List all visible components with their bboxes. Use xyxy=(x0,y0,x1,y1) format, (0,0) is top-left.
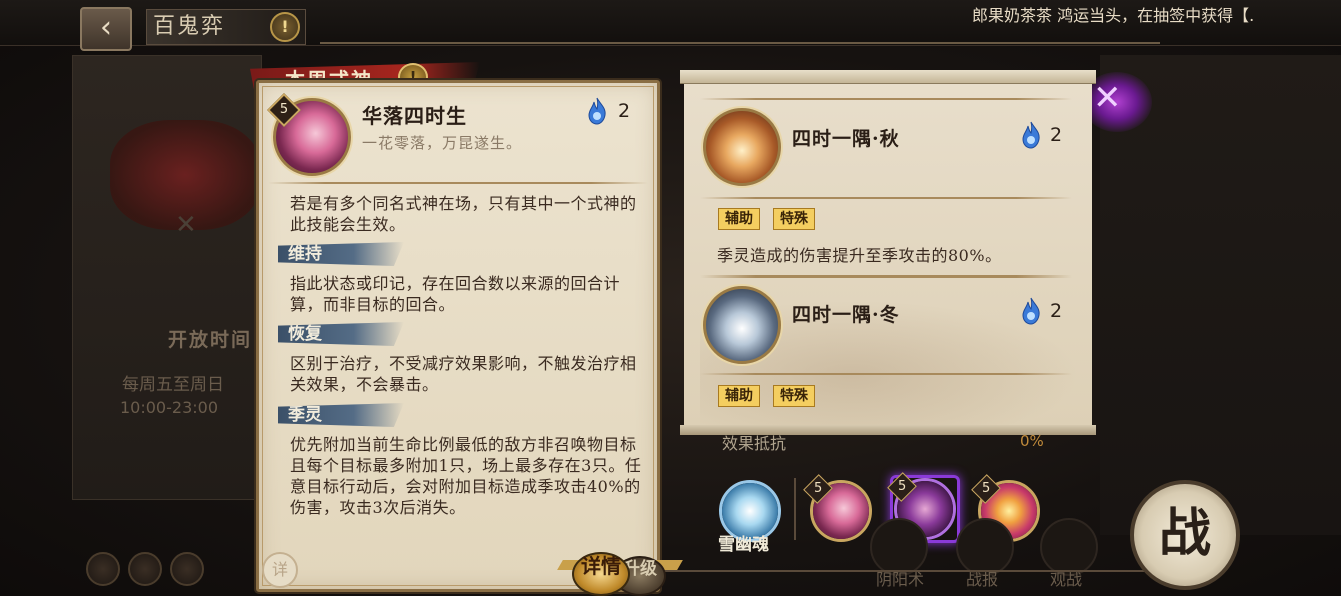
divider xyxy=(620,570,1160,572)
summon-description: 季灵造成的伤害提升至季攻击的80%。 xyxy=(717,246,1002,265)
ghost-fire-icon xyxy=(1020,297,1042,325)
type-tag: 辅助 xyxy=(718,385,760,407)
term-description: 区别于治疗，不受减疗效果影响，不触发治疗相关效果，不会暴击。 xyxy=(290,354,637,394)
open-time-label: 开放时间 xyxy=(168,329,253,351)
type-tag: 辅助 xyxy=(718,208,760,230)
summon-name: 四时一隅·秋 xyxy=(792,128,900,150)
divider xyxy=(700,275,1072,278)
ghost-fire-icon xyxy=(1020,121,1042,149)
info-icon[interactable]: ! xyxy=(270,12,300,42)
divider xyxy=(700,98,1072,100)
tab-details[interactable]: 详情 xyxy=(572,552,630,596)
close-icon[interactable]: ✕ xyxy=(1093,78,1122,118)
detail-seal-icon: 详 xyxy=(262,552,298,588)
announcement-marquee: 郎果奶茶茶 鸿运当头，在抽签中获得【. xyxy=(972,6,1255,25)
divider xyxy=(700,373,1072,375)
divider xyxy=(320,42,1160,44)
skill-description: 若是有多个同名式神在场，只有其中一个式神的此技能会生效。 xyxy=(290,194,637,234)
back-arrow-icon: ‹ xyxy=(100,10,112,45)
slot-icon[interactable] xyxy=(170,552,204,586)
term-tag: 恢复 xyxy=(278,322,404,346)
shikigami-name: 雪幽魂 xyxy=(718,535,769,555)
fight-button[interactable]: 战 xyxy=(1130,480,1240,590)
term-description: 优先附加当前生命比例最低的敌方非召唤物目标且每个目标最多附加1只，场上最多存在3… xyxy=(290,435,642,517)
skill-subtitle: 一花零落，万昆遂生。 xyxy=(362,134,523,152)
crossed-swords-icon: ✕ xyxy=(175,210,197,240)
term-description: 指此状态或印记，存在回合数以来源的回合计算，而非目标的回合。 xyxy=(290,274,621,314)
time-range: 10:00-23:00 xyxy=(120,398,218,417)
term-tag: 维持 xyxy=(278,242,404,266)
back-button[interactable]: ‹ xyxy=(80,7,132,51)
summon-name: 四时一隅·冬 xyxy=(792,304,900,326)
scroll-top-rod xyxy=(680,70,1096,84)
weekday-label: 每周五至周日 xyxy=(122,375,224,395)
term-tag: 季灵 xyxy=(278,403,404,427)
summon-icon-winter xyxy=(703,286,781,364)
ghost-fire-icon xyxy=(586,97,608,125)
skill-cost: 2 xyxy=(618,100,631,122)
left-slot-row xyxy=(86,552,226,588)
slot-icon[interactable] xyxy=(86,552,120,586)
type-tag: 特殊 xyxy=(773,208,815,230)
summon-icon-autumn xyxy=(703,108,781,186)
summon-cost: 2 xyxy=(1050,124,1063,146)
summon-cost: 2 xyxy=(1050,300,1063,322)
divider xyxy=(268,182,648,184)
scroll-bottom-rod xyxy=(680,425,1096,435)
slot-icon[interactable] xyxy=(128,552,162,586)
divider xyxy=(700,197,1072,199)
divider xyxy=(794,478,796,540)
type-tag: 特殊 xyxy=(773,385,815,407)
skill-name: 华落四时生 xyxy=(362,104,467,128)
